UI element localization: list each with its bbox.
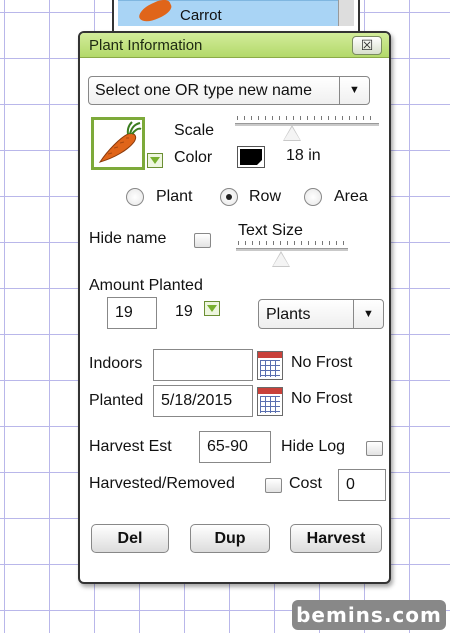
harvest-est-label: Harvest Est (89, 438, 172, 455)
harvest-button[interactable]: Harvest (290, 524, 382, 553)
planted-date-input[interactable]: 5/18/2015 (153, 385, 253, 417)
plant-list-scrollbar[interactable] (338, 0, 354, 26)
scale-label: Scale (174, 122, 215, 139)
watermark: bemins.com (292, 600, 446, 630)
amount-unit-select-label: Plants (266, 306, 311, 323)
chevron-down-icon[interactable]: ▼ (353, 300, 383, 328)
del-button[interactable]: Del (91, 524, 169, 553)
calendar-icon[interactable] (257, 387, 283, 416)
harvest-est-input[interactable]: 65-90 (199, 431, 271, 463)
plant-name-combobox[interactable]: Select one OR type new name ▼ (88, 76, 370, 105)
dialog-title: Plant Information (89, 37, 203, 54)
calendar-icon[interactable] (257, 351, 283, 380)
cost-input[interactable]: 0 (338, 469, 386, 501)
hide-name-label: Hide name (89, 230, 167, 247)
radio-row-label: Row (249, 188, 282, 205)
amount-planted-label: Amount Planted (89, 277, 203, 294)
plant-image-dropdown-icon[interactable] (147, 153, 163, 168)
planted-label: Planted (89, 392, 144, 409)
carrot-icon (98, 121, 142, 163)
color-label: Color (174, 149, 213, 166)
plant-name-combobox-label: Select one OR type new name (95, 82, 313, 99)
swatch-corner-icon (256, 159, 263, 166)
chevron-down-icon[interactable]: ▼ (339, 77, 369, 104)
close-button[interactable]: ☒ (352, 36, 382, 55)
dup-button[interactable]: Dup (190, 524, 270, 553)
plant-list-item-selected[interactable]: Carrot (118, 0, 340, 26)
harvested-removed-checkbox[interactable] (265, 478, 282, 493)
harvested-removed-label: Harvested/Removed (89, 475, 235, 492)
indoors-label: Indoors (89, 355, 143, 372)
radio-area[interactable] (304, 188, 322, 206)
radio-row[interactable] (220, 188, 238, 206)
plant-image[interactable] (91, 117, 145, 170)
amount-dropdown-icon[interactable] (204, 301, 220, 316)
close-icon: ☒ (360, 37, 374, 53)
dialog-titlebar[interactable]: Plant Information ☒ (80, 33, 389, 58)
plant-list-item-label: Carrot (180, 7, 222, 24)
cost-label: Cost (289, 475, 322, 492)
hide-name-checkbox[interactable] (194, 233, 211, 248)
radio-area-label: Area (334, 188, 368, 205)
radio-plant-label: Plant (156, 188, 193, 205)
indoors-frost-label: No Frost (291, 354, 353, 371)
hide-log-checkbox[interactable] (366, 441, 383, 456)
plant-information-dialog: Plant Information ☒ Select one OR type n… (78, 31, 391, 584)
text-size-label: Text Size (238, 222, 303, 239)
amount-unit-select[interactable]: Plants ▼ (258, 299, 384, 329)
color-swatch[interactable] (237, 146, 265, 168)
amount-computed-value: 19 (175, 303, 193, 320)
spacing-value: 18 in (286, 147, 321, 164)
carrot-icon (136, 0, 174, 26)
radio-plant[interactable] (126, 188, 144, 206)
amount-planted-input[interactable]: 19 (107, 297, 157, 329)
scale-slider-thumb[interactable] (283, 125, 301, 141)
planted-frost-label: No Frost (291, 390, 353, 407)
indoors-date-input[interactable] (153, 349, 253, 381)
text-size-slider-thumb[interactable] (272, 251, 290, 267)
hide-log-label: Hide Log (281, 438, 346, 455)
